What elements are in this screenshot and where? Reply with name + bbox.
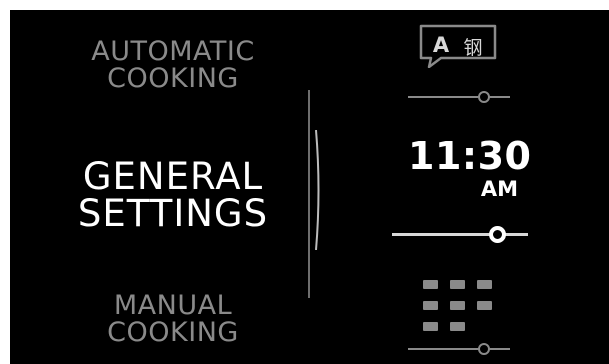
oven-control-screen: AUTOMATIC COOKING GENERAL SETTINGS MANUA… bbox=[10, 10, 609, 364]
menu-item-general-settings[interactable]: GENERAL SETTINGS bbox=[38, 158, 308, 232]
slider-track bbox=[392, 233, 528, 236]
menu-item-manual-cooking[interactable]: MANUAL COOKING bbox=[48, 292, 298, 346]
slider-knob[interactable] bbox=[478, 91, 490, 103]
menu-divider-line bbox=[308, 90, 310, 298]
language-letter: A bbox=[432, 33, 450, 57]
slider-track bbox=[408, 96, 510, 98]
clock-slider[interactable] bbox=[392, 226, 528, 244]
slider-knob[interactable] bbox=[478, 343, 490, 355]
slider-track bbox=[408, 348, 510, 350]
language-glyph: 钢 bbox=[463, 37, 483, 59]
clock-time[interactable]: 11:30 bbox=[408, 134, 531, 178]
clock-ampm: AM bbox=[480, 177, 518, 201]
menu-item-automatic-cooking[interactable]: AUTOMATIC COOKING bbox=[48, 38, 298, 92]
keypad-grid-icon[interactable] bbox=[423, 280, 503, 336]
keypad-slider[interactable] bbox=[408, 342, 510, 356]
language-slider[interactable] bbox=[408, 90, 510, 104]
menu-selection-indicator bbox=[315, 130, 320, 250]
slider-knob[interactable] bbox=[489, 226, 506, 243]
